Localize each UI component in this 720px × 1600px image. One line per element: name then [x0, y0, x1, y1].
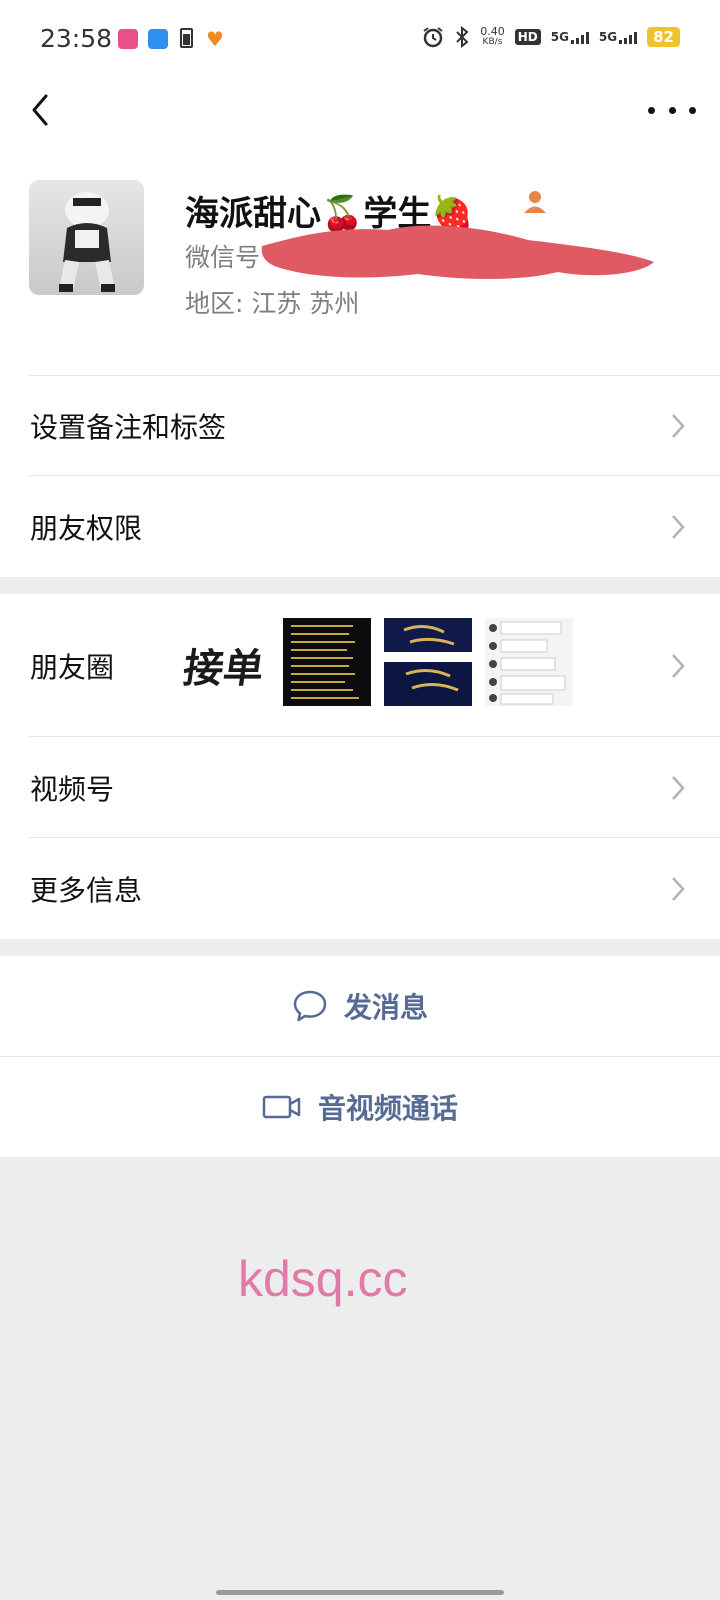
- network-speed: 0.40 KB/s: [480, 25, 505, 47]
- status-bar: 23:58 ♥ 0.40 KB/s HD 5G 5G 82: [0, 0, 720, 80]
- app-icon-blue: [148, 29, 168, 49]
- send-message-label: 发消息: [343, 991, 428, 1024]
- profile-header: 海派甜心🍒学生🍓 微信号 地区: 江苏 苏州: [0, 170, 720, 375]
- menu-group-2: 朋友圈 接单 视频号 更多信息: [0, 594, 720, 939]
- app-icon-pink: [118, 29, 138, 49]
- signal-bars-icon: [570, 32, 589, 44]
- heart-app-icon: ♥: [206, 27, 224, 51]
- moments-label: 朋友圈: [30, 650, 115, 684]
- set-remark-tags-label: 设置备注和标签: [30, 410, 227, 444]
- status-time: 23:58: [40, 24, 113, 53]
- wechat-id-label: 微信号: [185, 243, 261, 272]
- chevron-right-icon: [672, 653, 685, 678]
- moments-thumb-1: 接单: [182, 618, 270, 706]
- chevron-right-icon: [672, 876, 685, 901]
- home-indicator[interactable]: [216, 1590, 504, 1595]
- person-icon: [524, 191, 546, 213]
- signal-bars-icon: [619, 32, 638, 44]
- set-remark-tags-row[interactable]: 设置备注和标签: [0, 375, 720, 476]
- signal-2: 5G: [599, 30, 638, 44]
- moments-thumb-3: [384, 618, 472, 706]
- channels-label: 视频号: [30, 772, 115, 806]
- chevron-right-icon: [672, 775, 685, 800]
- menu-group-1: 设置备注和标签 朋友权限: [0, 375, 720, 577]
- video-camera-icon: [262, 1095, 301, 1119]
- friend-permissions-row[interactable]: 朋友权限: [0, 476, 720, 577]
- nav-bar: [0, 80, 720, 170]
- bluetooth-icon: [456, 26, 469, 48]
- avatar[interactable]: [29, 180, 144, 295]
- moments-thumb-4: [485, 618, 573, 706]
- more-info-row[interactable]: 更多信息: [0, 838, 720, 939]
- battery-level: 82: [647, 27, 680, 47]
- chevron-right-icon: [672, 514, 685, 539]
- video-call-button[interactable]: 音视频通话: [0, 1057, 720, 1157]
- more-info-label: 更多信息: [30, 873, 143, 907]
- hd-badge: HD: [514, 29, 541, 45]
- chevron-left-icon[interactable]: [22, 88, 62, 132]
- battery-saver-icon: [180, 28, 193, 48]
- watermark-text: kdsq.cc: [238, 1251, 408, 1307]
- friend-permissions-label: 朋友权限: [30, 511, 143, 545]
- alarm-icon: [423, 27, 443, 48]
- send-message-button[interactable]: 发消息: [0, 956, 720, 1056]
- actions-group: 发消息 音视频通话: [0, 956, 720, 1157]
- moments-thumbnails: 接单: [182, 618, 573, 706]
- redaction-mark: [261, 225, 654, 279]
- moments-thumb-2: [283, 618, 371, 706]
- chat-bubble-icon: [293, 990, 327, 1022]
- moments-row[interactable]: 朋友圈 接单: [0, 594, 720, 737]
- more-icon[interactable]: [648, 98, 696, 122]
- signal-1: 5G: [551, 30, 589, 44]
- chevron-right-icon: [672, 413, 685, 438]
- video-call-label: 音视频通话: [317, 1092, 458, 1125]
- channels-row[interactable]: 视频号: [0, 737, 720, 838]
- region-text: 地区: 江苏 苏州: [185, 289, 360, 318]
